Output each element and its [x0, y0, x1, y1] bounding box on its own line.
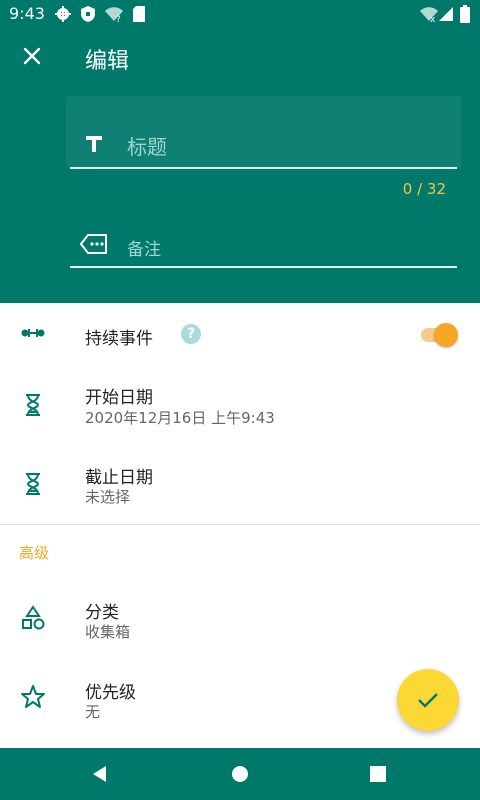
edit-header: 编辑 标题 0 / 32 备注	[0, 28, 480, 303]
svg-text:?: ?	[116, 15, 121, 23]
title-input-placeholder[interactable]: 标题	[127, 131, 167, 160]
battery-icon	[460, 5, 470, 23]
section-divider	[0, 524, 480, 525]
shapes-icon	[22, 605, 45, 630]
priority-value: 无	[85, 703, 101, 721]
label-icon	[80, 234, 107, 254]
close-icon[interactable]	[18, 42, 46, 70]
start-date-value: 2020年12月16日 上午9:43	[85, 409, 275, 427]
save-fab[interactable]	[397, 669, 459, 731]
signal-icon	[439, 7, 453, 21]
text-title-icon	[86, 136, 102, 152]
wifi-question-icon: ?	[105, 7, 123, 23]
title-underline	[70, 167, 457, 169]
continuous-event-label: 持续事件	[85, 329, 153, 349]
category-label: 分类	[85, 603, 119, 623]
check-icon	[418, 693, 438, 708]
end-date-value: 未选择	[85, 488, 131, 506]
end-date-row[interactable]: 截止日期 未选择	[0, 445, 480, 524]
home-icon[interactable]	[231, 765, 249, 783]
switch-thumb	[434, 323, 458, 347]
priority-label: 优先级	[85, 683, 136, 703]
continuous-event-row[interactable]: 持续事件	[0, 303, 480, 365]
wifi-off-icon: x	[420, 7, 438, 23]
category-value: 收集箱	[85, 623, 131, 641]
page-title: 编辑	[85, 49, 130, 74]
help-icon[interactable]: ?	[181, 324, 201, 344]
sd-card-icon	[133, 6, 145, 22]
char-counter: 0 / 32	[402, 180, 446, 198]
section-header-advanced: 高级	[19, 544, 50, 562]
title-field[interactable]	[66, 96, 461, 168]
navigation-bar	[0, 748, 480, 800]
start-date-label: 开始日期	[85, 388, 153, 408]
hourglass-icon	[26, 473, 40, 495]
start-date-row[interactable]: 开始日期 2020年12月16日 上午9:43	[0, 365, 480, 445]
settings-icon	[55, 6, 71, 22]
note-underline	[70, 266, 457, 268]
recents-icon[interactable]	[369, 765, 387, 783]
range-icon	[21, 329, 45, 337]
end-date-label: 截止日期	[85, 468, 153, 488]
svg-text:x: x	[430, 15, 436, 23]
category-row[interactable]: 分类 收集箱	[0, 583, 480, 657]
shield-icon	[81, 6, 95, 22]
status-time: 9:43	[9, 4, 45, 23]
note-input-placeholder[interactable]: 备注	[127, 235, 161, 260]
hourglass-icon	[26, 394, 40, 416]
continuous-event-switch[interactable]	[421, 323, 458, 347]
status-bar: 9:43 ? x	[0, 0, 480, 28]
star-icon	[21, 685, 45, 708]
back-icon[interactable]	[90, 764, 110, 784]
